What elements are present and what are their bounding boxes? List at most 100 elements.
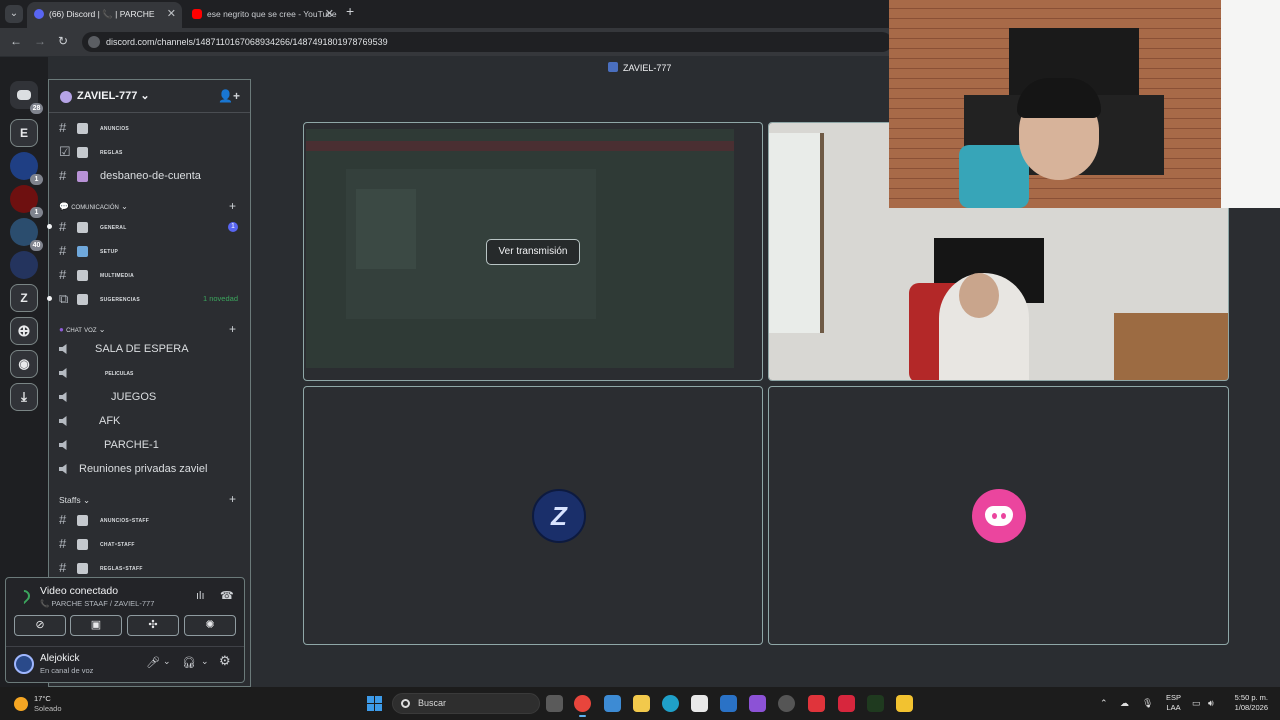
notification-badge: 1	[30, 207, 43, 218]
category-staffs[interactable]: Staffs ⌄ +	[59, 492, 236, 506]
channel-sugerencias[interactable]: ⧉ sugerencias 1 novedad	[47, 288, 250, 310]
signal-icon[interactable]	[15, 587, 33, 605]
server-blue[interactable]: 40	[10, 218, 43, 251]
activities-button[interactable]: ✣	[127, 615, 179, 636]
channel-reglas[interactable]: ☑ reglas	[49, 141, 250, 163]
voice-channel-juegos[interactable]: JUEGOS	[49, 386, 250, 408]
app-red-icon[interactable]	[808, 695, 825, 712]
category-comunicacion[interactable]: 💬 comunicación ⌄ +	[59, 199, 236, 213]
stream-tile[interactable]: Ver transmisión	[303, 122, 763, 381]
microphone-icon[interactable]: 🎤︎	[146, 656, 160, 669]
sun-icon[interactable]	[14, 697, 28, 711]
participant-tile-zaviel[interactable]: Z	[303, 386, 763, 645]
voice-channel-reuniones[interactable]: Reuniones privadas zaviel	[49, 458, 250, 480]
settings-gear-icon[interactable]: ⚙	[219, 653, 231, 669]
tab-discord[interactable]: (66) Discord | 📞 | PARCHE ✕	[27, 2, 182, 28]
chrome-icon[interactable]	[574, 695, 591, 717]
store-icon[interactable]	[691, 695, 708, 712]
disconnect-icon[interactable]: ☎	[220, 589, 234, 602]
back-icon[interactable]: ←	[10, 34, 22, 48]
channel-multimedia[interactable]: # multimedia	[49, 264, 250, 286]
app-red-icon[interactable]	[838, 695, 855, 712]
megaphone-icon	[77, 123, 88, 134]
reload-icon[interactable]: ↻	[58, 34, 68, 48]
volume-icon[interactable]: 🔊︎	[1208, 698, 1214, 709]
channel-name: JUEGOS	[111, 391, 157, 403]
rockstar-icon[interactable]	[896, 695, 913, 712]
download-icon[interactable]: ⤓	[10, 383, 38, 411]
edge-icon[interactable]	[662, 695, 679, 712]
language-indicator[interactable]: ESP LAA	[1166, 693, 1181, 713]
app-icon[interactable]	[749, 695, 766, 712]
windows-start-icon[interactable]	[367, 696, 382, 711]
channel-general[interactable]: # general 1	[47, 216, 250, 238]
megaphone-icon	[77, 515, 88, 526]
server-wing[interactable]	[10, 251, 38, 279]
server-red[interactable]: 1	[10, 185, 43, 218]
file-explorer-icon[interactable]	[633, 695, 650, 712]
invite-people-icon[interactable]: 👤+	[218, 80, 240, 113]
server-name: ZAVIEL-777	[77, 90, 138, 102]
add-server-icon[interactable]: ⊕	[10, 317, 38, 345]
hash-icon: #	[59, 536, 67, 551]
server-zaviel[interactable]: 1	[10, 152, 43, 185]
channel-setup[interactable]: # setup	[49, 240, 250, 262]
participant-tile-discord[interactable]	[768, 386, 1229, 645]
network-icon[interactable]: ▭	[1192, 698, 1201, 709]
soundboard-button[interactable]: ✺	[184, 615, 236, 636]
tab-youtube[interactable]: ese negrito que se cree - YouTube ✕	[185, 2, 340, 28]
address-bar[interactable]: discord.com/channels/1487110167068934266…	[82, 32, 892, 52]
headphones-icon[interactable]: 🎧︎	[182, 656, 196, 669]
settings-app-icon[interactable]	[778, 695, 795, 712]
add-channel-icon[interactable]: +	[229, 199, 236, 213]
add-channel-icon[interactable]: +	[229, 492, 236, 506]
chevron-down-icon[interactable]: ⌄	[201, 656, 209, 667]
channel-desbaneo[interactable]: # desbaneo-de-cuenta	[49, 165, 250, 187]
server-z[interactable]: Z	[10, 284, 38, 312]
voice-channel-sala-de-espera[interactable]: SALA DE ESPERA	[49, 338, 250, 360]
close-tab-icon[interactable]: ✕	[325, 2, 334, 26]
channel-anuncios[interactable]: # anuncios	[49, 117, 250, 139]
microphone-icon[interactable]: 🎙︎	[1142, 698, 1153, 709]
cloud-icon[interactable]: ☁	[1120, 698, 1129, 709]
locked-speaker-icon	[59, 464, 67, 474]
avatar[interactable]	[14, 654, 34, 674]
temperature[interactable]: 17°C	[34, 694, 51, 703]
voice-channel-parche-1[interactable]: PARCHE-1	[49, 434, 250, 456]
clock[interactable]: 5:50 p. m. 1/08/2026	[1230, 693, 1268, 713]
chevron-down-icon[interactable]: ⌄	[163, 656, 171, 667]
speech-bubble-icon: 💬	[59, 202, 72, 211]
new-tab-icon[interactable]: +	[346, 3, 354, 19]
forward-icon[interactable]: →	[34, 34, 46, 48]
task-view-icon[interactable]	[546, 695, 563, 712]
outlook-icon[interactable]	[720, 695, 737, 712]
add-channel-icon[interactable]: +	[229, 322, 236, 336]
category-chat-voz[interactable]: ● chat voz ⌄ +	[59, 322, 236, 336]
close-tab-icon[interactable]: ✕	[167, 2, 176, 26]
taskbar-search[interactable]: Buscar	[392, 693, 540, 714]
camera-off-button[interactable]: ⊘	[14, 615, 66, 636]
voice-channel-peliculas[interactable]: peliculas	[49, 362, 250, 384]
watch-stream-button[interactable]: Ver transmisión	[486, 239, 580, 265]
noise-suppression-icon[interactable]: ılı	[196, 590, 205, 602]
chevron-up-icon[interactable]: ⌃	[1100, 698, 1108, 709]
voice-channel-link[interactable]: 📞 PARCHE STAAF / ZAVIEL-777	[40, 599, 154, 608]
speaker-icon	[59, 416, 67, 426]
channel-name: general	[100, 222, 127, 231]
site-info-icon[interactable]	[88, 36, 100, 48]
channel-reglas-staff[interactable]: # reglas-staff	[49, 557, 250, 579]
share-screen-button[interactable]: ▣	[70, 615, 122, 636]
explore-icon[interactable]: ◉	[10, 350, 38, 378]
server-header[interactable]: ZAVIEL-777 ⌄ 👤+	[49, 80, 250, 113]
app-green-icon[interactable]	[867, 695, 884, 712]
direct-messages-button[interactable]: 28	[10, 81, 43, 114]
photos-icon[interactable]	[604, 695, 621, 712]
keyboard-layout: LAA	[1166, 703, 1181, 712]
channel-anuncios-staff[interactable]: # anuncios-staff	[49, 509, 250, 531]
weather-condition[interactable]: Soleado	[34, 704, 62, 713]
voice-channel-afk[interactable]: AFK	[49, 410, 250, 432]
channel-name: Reuniones privadas zaviel	[79, 463, 208, 475]
channel-chat-staff[interactable]: # chat-staff	[49, 533, 250, 555]
tab-search-button[interactable]: ⌄	[5, 5, 23, 23]
server-e[interactable]: E	[10, 119, 38, 147]
